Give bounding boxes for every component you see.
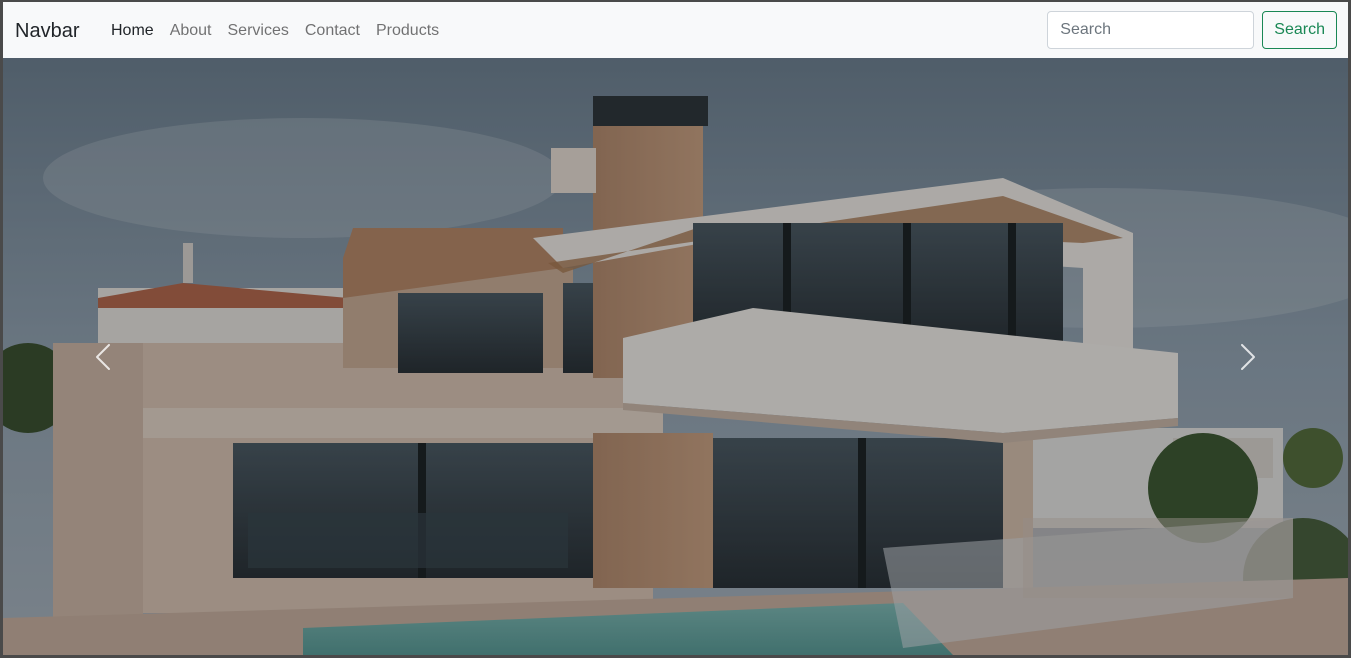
chevron-right-icon xyxy=(1240,343,1256,370)
chevron-left-icon xyxy=(95,343,111,370)
search-form: Search xyxy=(1047,11,1337,49)
nav-links: Home About Services Contact Products xyxy=(103,20,447,42)
carousel-prev-button[interactable] xyxy=(3,58,203,655)
nav-link-about[interactable]: About xyxy=(162,20,220,42)
search-button[interactable]: Search xyxy=(1262,11,1337,49)
carousel-next-button[interactable] xyxy=(1148,58,1348,655)
nav-link-services[interactable]: Services xyxy=(220,20,297,42)
navbar: Navbar Home About Services Contact Produ… xyxy=(3,2,1348,58)
search-input[interactable] xyxy=(1047,11,1255,49)
nav-link-products[interactable]: Products xyxy=(368,20,447,42)
nav-link-home[interactable]: Home xyxy=(103,20,162,42)
carousel xyxy=(3,58,1348,655)
navbar-brand[interactable]: Navbar xyxy=(15,19,79,43)
browser-viewport: Navbar Home About Services Contact Produ… xyxy=(0,0,1351,658)
nav-link-contact[interactable]: Contact xyxy=(297,20,368,42)
image-dim-overlay xyxy=(3,58,1348,655)
